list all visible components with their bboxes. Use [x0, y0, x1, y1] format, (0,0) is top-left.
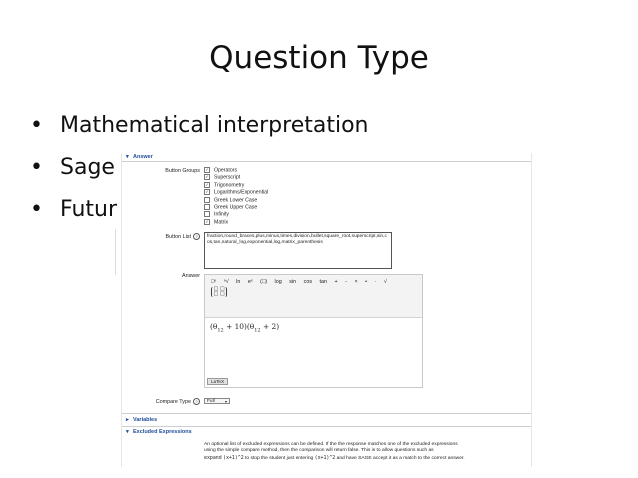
code-snippet: expand — [204, 454, 222, 461]
checkbox-row[interactable]: ✓ Logarithms/Exponential — [204, 189, 268, 196]
help-text: and have SAGE accept it as a match to th… — [335, 455, 465, 461]
square-root-button[interactable]: √ — [384, 279, 387, 285]
excluded-section-header[interactable]: ▾ Excluded Expressions — [126, 429, 192, 435]
chevron-right-icon: ▸ — [126, 417, 129, 423]
log-button[interactable]: log — [275, 279, 282, 285]
checkbox-row[interactable]: ✓ Operators — [204, 167, 268, 174]
code-snippet: (x+1)^2 — [223, 454, 244, 461]
answer-expression[interactable]: (θ12 + 10)(θ12 + 2) — [210, 322, 279, 333]
natural-log-button[interactable]: ln — [236, 279, 240, 285]
matrix-icon: □ □ □ □ — [211, 286, 228, 298]
latex-tab[interactable]: LaTeX — [207, 377, 229, 385]
sin-button[interactable]: sin — [289, 279, 296, 285]
bullet-text: Sage — [60, 155, 115, 180]
checkbox[interactable] — [204, 211, 210, 218]
cos-button[interactable]: cos — [304, 279, 312, 285]
math-toolbar: □ⁿ ⁿ√ ln eˣ (□) log sin cos tan + - × • … — [205, 275, 422, 318]
compare-type-label: Compare Type — [155, 398, 191, 405]
checkbox-row[interactable]: Greek Lower Case — [204, 196, 268, 204]
chevron-down-icon: ▾ — [126, 429, 129, 435]
division-button[interactable]: · — [375, 279, 377, 285]
bullet-text: Futur — [60, 197, 118, 222]
matrix-row: □ □ — [213, 291, 225, 298]
checkbox[interactable] — [204, 203, 210, 210]
checkbox-label: Greek Upper Case — [214, 204, 258, 211]
bullet-dot: • — [30, 113, 43, 138]
checkbox-row[interactable]: ✓ Superscript — [204, 174, 268, 181]
help-icon[interactable]: ? — [193, 233, 200, 240]
compare-type-label-row: Compare Type? — [122, 398, 200, 405]
checkbox-label: Infinity — [214, 211, 229, 218]
button-groups-list: ✓ Operators ✓ Superscript ✓ Trigonometry ✓ L… — [204, 167, 268, 226]
round-braces-button[interactable]: (□) — [260, 279, 267, 285]
button-list-textarea[interactable]: fraction,round_braces,plus,minus,times,d… — [204, 232, 392, 269]
checkbox-label: Matrix — [214, 219, 229, 226]
section-divider — [122, 161, 531, 162]
checkbox[interactable]: ✓ — [204, 218, 210, 225]
checkbox[interactable] — [204, 196, 210, 203]
toolbar-buttons: □ⁿ ⁿ√ ln eˣ (□) log sin cos tan + - × • … — [211, 279, 393, 285]
checkbox[interactable]: ✓ — [204, 189, 210, 196]
expr-part: + 2) — [260, 322, 280, 331]
compare-type-select[interactable]: Full ▾ — [204, 398, 230, 404]
variables-section-label: Variables — [133, 417, 158, 423]
checkbox[interactable]: ✓ — [204, 181, 210, 188]
checkbox-label: Logarithms/Exponential — [214, 189, 269, 196]
excluded-section-label: Excluded Expressions — [133, 429, 192, 435]
checkbox-label: Superscript — [214, 174, 241, 181]
slide-title: Question Type — [209, 40, 429, 76]
checkbox-row[interactable]: Greek Upper Case — [204, 203, 268, 211]
root-button[interactable]: ⁿ√ — [224, 279, 229, 285]
help-icon[interactable]: ? — [193, 398, 200, 405]
answer-section-label: Answer — [133, 154, 153, 160]
variables-section-header[interactable]: ▸ Variables — [126, 417, 157, 423]
chevron-down-icon: ▾ — [224, 399, 227, 404]
checkbox-label: Operators — [214, 167, 238, 174]
answer-section-header[interactable]: ▾ Answer — [126, 154, 153, 160]
question-form-panel: ▾ Answer Button Groups ✓ Operators ✓ Supers… — [121, 153, 532, 467]
bullet-dot: • — [30, 197, 43, 222]
superscript-button[interactable]: □ⁿ — [211, 279, 216, 285]
checkbox-row[interactable]: ✓ Trigonometry — [204, 181, 268, 189]
checkbox-row[interactable]: Infinity — [204, 211, 268, 218]
checkbox-label: Trigonometry — [214, 182, 245, 189]
answer-math-editor[interactable]: □ⁿ ⁿ√ ln eˣ (□) log sin cos tan + - × • … — [204, 274, 423, 388]
divider-left — [115, 229, 116, 275]
bullet-button[interactable]: • — [365, 279, 367, 285]
section-divider — [122, 426, 531, 427]
checkbox[interactable]: ✓ — [204, 167, 210, 173]
button-list-label-row: Button List? — [122, 233, 200, 240]
help-line: expand (x+1)^2 to stop the student just … — [204, 455, 524, 462]
expr-part: + 10)(θ — [223, 322, 255, 331]
answer-label: Answer — [182, 273, 200, 279]
minus-button[interactable]: - — [345, 279, 347, 285]
bullet-item: • Mathematical interpretation — [30, 110, 368, 152]
chevron-down-icon: ▾ — [126, 154, 129, 160]
matrix-button[interactable]: □ □ □ □ — [211, 286, 228, 298]
checkbox[interactable]: ✓ — [204, 174, 210, 181]
help-text: to stop the student just entering — [243, 455, 315, 461]
button-groups-label: Button Groups — [165, 168, 200, 174]
checkbox-row[interactable]: ✓ Matrix — [204, 218, 268, 226]
code-snippet: (x+1)^2 — [314, 454, 336, 461]
exponential-button[interactable]: eˣ — [248, 279, 253, 285]
compare-type-value: Full — [207, 399, 215, 404]
bullet-text: Mathematical interpretation — [60, 113, 369, 138]
bullet-dot: • — [30, 155, 43, 180]
excluded-expressions-help: An optional list of excluded expressions… — [204, 442, 524, 462]
button-list-label: Button List — [165, 233, 191, 240]
section-divider — [122, 413, 531, 414]
times-button[interactable]: × — [354, 279, 357, 285]
checkbox-label: Greek Lower Case — [214, 196, 258, 203]
tan-button[interactable]: tan — [320, 279, 328, 285]
plus-button[interactable]: + — [335, 279, 338, 285]
